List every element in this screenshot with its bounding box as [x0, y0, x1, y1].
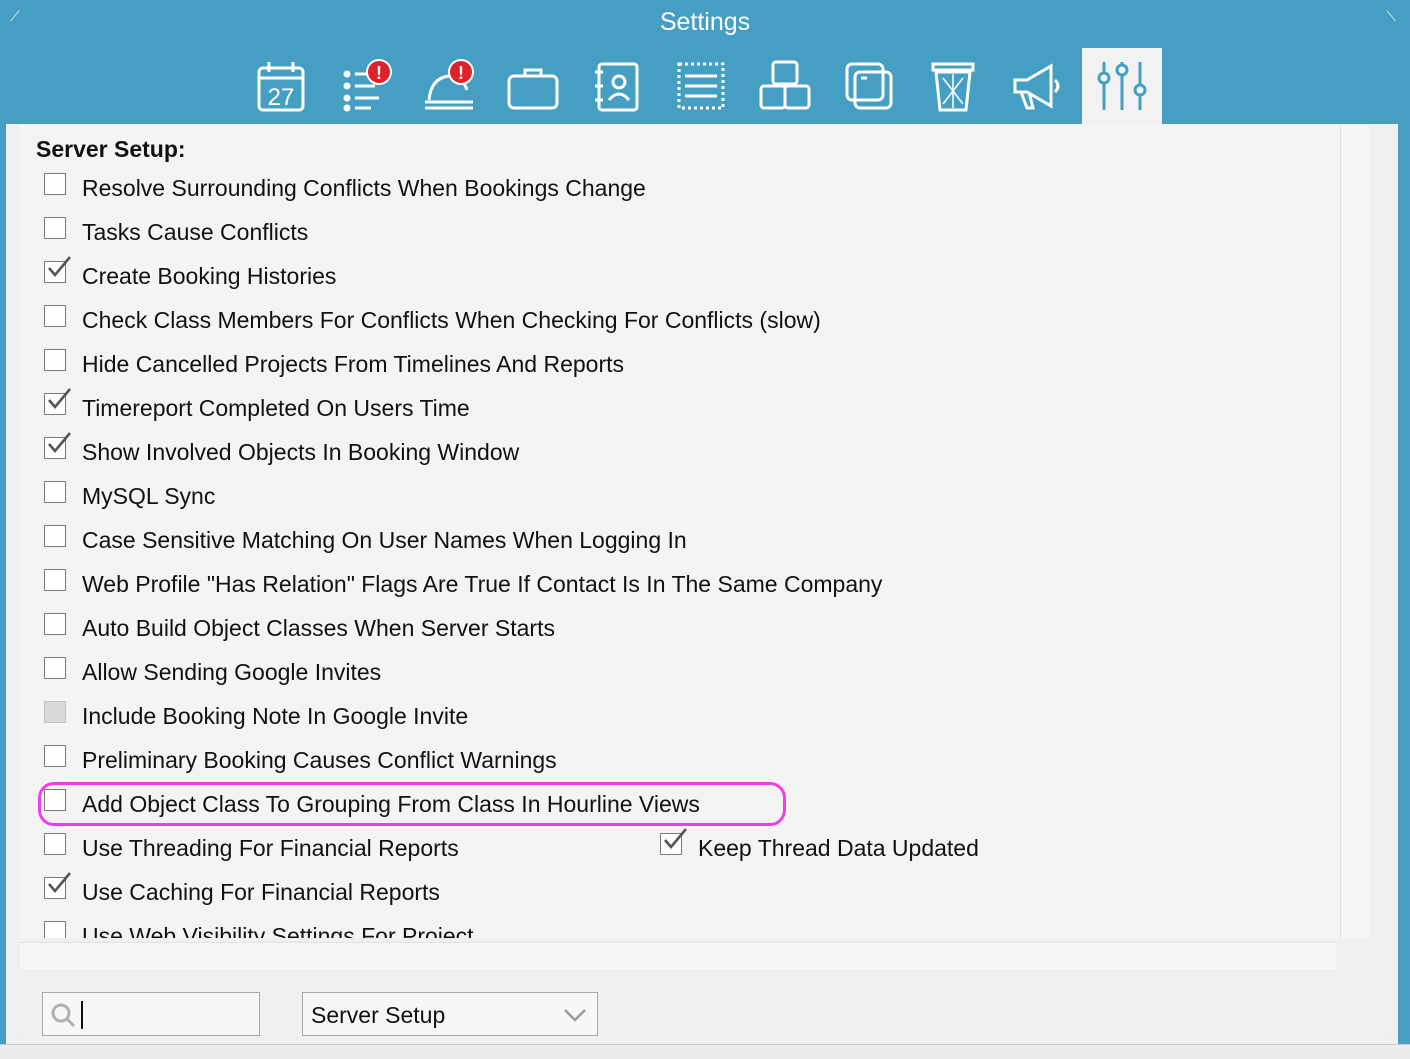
option-label: Hide Cancelled Projects From Timelines A…	[82, 350, 625, 377]
tab-settings[interactable]	[1082, 48, 1162, 124]
option-row[interactable]: Create Booking Histories	[44, 256, 336, 296]
megaphone-icon	[1013, 63, 1060, 110]
objects-icon	[759, 60, 811, 110]
checkbox[interactable]	[44, 789, 66, 811]
window-icon	[845, 62, 893, 110]
option-row[interactable]: Resolve Surrounding Conflicts When Booki…	[44, 168, 646, 208]
option-row[interactable]: Use Web Visibility Settings For Project	[44, 916, 474, 938]
tab-objects[interactable]	[746, 48, 824, 124]
option-row[interactable]: Web Profile "Has Relation" Flags Are Tru…	[44, 564, 882, 604]
option-row[interactable]: Auto Build Object Classes When Server St…	[44, 608, 555, 648]
calendar-icon: 27	[257, 62, 305, 112]
checkbox-checked[interactable]	[44, 256, 71, 283]
resize-handle-bottom-right-icon[interactable]: ⟋	[1382, 1026, 1392, 1043]
section-select[interactable]: Server Setup	[302, 992, 598, 1036]
section-select-value: Server Setup	[311, 1002, 446, 1028]
list-icon	[677, 62, 725, 110]
search-icon	[51, 1003, 76, 1028]
option-label: Use Web Visibility Settings For Project	[82, 922, 474, 939]
checkbox[interactable]	[44, 217, 66, 239]
checkbox	[44, 701, 66, 723]
option-label: Web Profile "Has Relation" Flags Are Tru…	[82, 570, 883, 597]
option-row[interactable]: Keep Thread Data Updated	[660, 828, 979, 868]
option-label: Check Class Members For Conflicts When C…	[82, 306, 821, 333]
checkbox[interactable]	[44, 173, 66, 195]
settings-window: ⟋ ⟍ Settings 27 ! ! Server Setup: Resolv…	[0, 0, 1410, 1059]
checkbox[interactable]	[44, 745, 66, 767]
option-row[interactable]: Preliminary Booking Causes Conflict Warn…	[44, 740, 557, 780]
checkbox-checked[interactable]	[44, 872, 71, 899]
contacts-icon	[595, 62, 639, 112]
text-caret	[81, 1001, 83, 1029]
option-label: Show Involved Objects In Booking Window	[82, 438, 520, 465]
option-label: Use Threading For Financial Reports	[82, 834, 459, 861]
option-label: Create Booking Histories	[82, 262, 337, 289]
checkbox[interactable]	[44, 569, 66, 591]
option-row[interactable]: Allow Sending Google Invites	[44, 652, 381, 692]
tab-tasks[interactable]: !	[326, 48, 404, 124]
option-label: Resolve Surrounding Conflicts When Booki…	[82, 174, 646, 201]
checkbox[interactable]	[44, 305, 66, 327]
settings-content: Server Setup: Resolve Surrounding Confli…	[6, 124, 1398, 1044]
search-field[interactable]	[42, 992, 260, 1036]
option-row[interactable]: Case Sensitive Matching On User Names Wh…	[44, 520, 687, 560]
option-row[interactable]: Add Object Class To Grouping From Class …	[44, 784, 700, 824]
option-label: Auto Build Object Classes When Server St…	[82, 614, 555, 641]
section-heading: Server Setup:	[36, 136, 186, 162]
option-row[interactable]: Use Threading For Financial Reports	[44, 828, 459, 868]
option-label: Keep Thread Data Updated	[698, 834, 979, 861]
tasks-alert-icon: !	[343, 59, 392, 112]
option-label: Timereport Completed On Users Time	[82, 394, 470, 421]
checkbox[interactable]	[44, 525, 66, 547]
option-label: Allow Sending Google Invites	[82, 658, 382, 685]
checkbox[interactable]	[44, 481, 66, 503]
options-list: Server Setup: Resolve Surrounding Confli…	[20, 124, 1340, 938]
option-label: Include Booking Note In Google Invite	[82, 702, 469, 729]
tab-projects[interactable]	[494, 48, 572, 124]
vertical-scrollbar[interactable]	[1340, 124, 1369, 938]
trash-icon	[931, 62, 975, 112]
tab-alerts[interactable]: !	[410, 48, 488, 124]
tab-trash[interactable]	[914, 48, 992, 124]
tab-list[interactable]	[662, 48, 740, 124]
checkbox[interactable]	[44, 921, 66, 938]
option-label: Tasks Cause Conflicts	[82, 218, 309, 245]
sliders-icon	[1097, 62, 1147, 110]
tab-contacts[interactable]	[578, 48, 656, 124]
svg-text:!: !	[458, 63, 464, 83]
status-bar	[0, 1044, 1410, 1059]
tab-announcements[interactable]	[998, 48, 1076, 124]
option-row[interactable]: Timereport Completed On Users Time	[44, 388, 470, 428]
checkbox[interactable]	[44, 349, 66, 371]
chevron-down-icon	[564, 1009, 586, 1022]
checkbox[interactable]	[44, 613, 66, 635]
option-label: Case Sensitive Matching On User Names Wh…	[82, 526, 687, 553]
option-label: MySQL Sync	[82, 482, 216, 509]
option-row[interactable]: Tasks Cause Conflicts	[44, 212, 308, 252]
checkbox[interactable]	[44, 833, 66, 855]
option-row[interactable]: Show Involved Objects In Booking Window	[44, 432, 519, 472]
option-label: Add Object Class To Grouping From Class …	[82, 790, 700, 817]
svg-text:!: !	[376, 63, 382, 83]
option-row[interactable]: Include Booking Note In Google Invite	[44, 696, 468, 736]
option-row[interactable]: MySQL Sync	[44, 476, 215, 516]
briefcase-icon	[507, 68, 559, 110]
checkbox-checked[interactable]	[44, 432, 71, 459]
option-label: Preliminary Booking Causes Conflict Warn…	[82, 746, 557, 773]
bell-alert-icon: !	[425, 59, 474, 110]
checkbox[interactable]	[44, 657, 66, 679]
resize-handle-bottom-left-icon[interactable]: ⟍	[10, 1026, 20, 1043]
checkbox-checked[interactable]	[660, 828, 687, 855]
option-row[interactable]: Check Class Members For Conflicts When C…	[44, 300, 821, 340]
horizontal-scrollbar[interactable]	[20, 942, 1336, 969]
calendar-day: 27	[268, 84, 295, 111]
checkbox-checked[interactable]	[44, 388, 71, 415]
tab-calendar[interactable]: 27	[242, 48, 320, 124]
option-row[interactable]: Hide Cancelled Projects From Timelines A…	[44, 344, 624, 384]
window-title: Settings	[659, 8, 751, 36]
option-row[interactable]: Use Caching For Financial Reports	[44, 872, 440, 912]
option-label: Use Caching For Financial Reports	[82, 878, 440, 905]
tab-windows[interactable]	[830, 48, 908, 124]
